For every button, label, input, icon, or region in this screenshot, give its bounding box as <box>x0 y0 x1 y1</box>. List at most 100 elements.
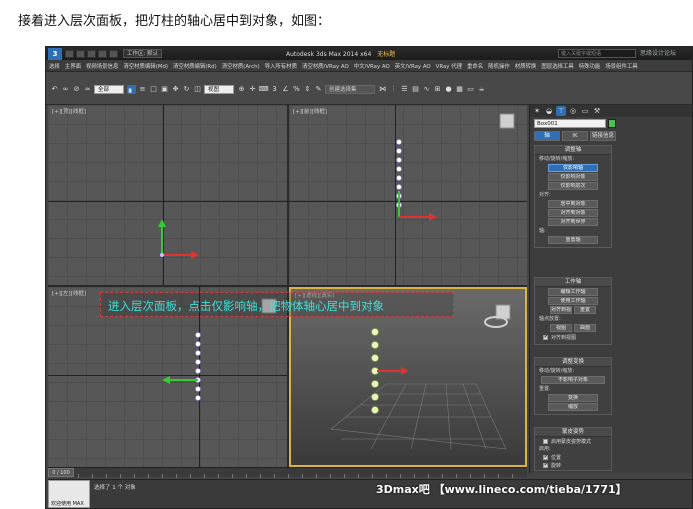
utilities-tab-icon[interactable]: ⚒ <box>592 106 602 116</box>
select-object-icon[interactable]: ▖ <box>127 84 136 94</box>
maxscript-listener[interactable]: 欢迎使用 MAX <box>48 480 90 508</box>
reset-working-pivot-button[interactable]: 重置 <box>574 306 596 314</box>
rotation-checkbox[interactable]: ✔ <box>543 462 548 468</box>
move-icon[interactable]: ✥ <box>171 85 180 94</box>
affect-hierarchy-only-button[interactable]: 仅影响层次 <box>548 182 598 190</box>
scale-checkbox[interactable]: ✔ <box>543 471 548 472</box>
menu-item[interactable]: 主界面 <box>65 62 81 70</box>
scale-icon[interactable]: ◫ <box>193 85 202 94</box>
scale-row[interactable]: ✔ 缩放 <box>535 469 611 472</box>
view-button[interactable]: 视图 <box>550 324 572 332</box>
rotate-icon[interactable]: ↻ <box>182 85 191 94</box>
menu-item[interactable]: 材质转换 <box>515 62 537 70</box>
unlink-icon[interactable]: ⊘ <box>72 85 81 94</box>
redo-icon[interactable] <box>109 49 118 58</box>
named-selection-dropdown[interactable]: 创建选择集 <box>325 84 375 94</box>
rollout-title[interactable]: 调整变换 <box>535 358 611 367</box>
rollout-title[interactable]: 调整轴 <box>535 146 611 155</box>
menu-item[interactable]: 选择 <box>49 62 60 70</box>
object-name-field[interactable]: Box001 <box>534 119 606 128</box>
menu-item[interactable]: 清空材质编辑(Md) <box>123 62 168 70</box>
undo-icon[interactable]: ↶ <box>50 85 59 94</box>
menu-item[interactable]: 场景组件工具 <box>605 62 637 70</box>
menu-item[interactable]: 特殊功能 <box>579 62 601 70</box>
ik-tab[interactable]: IK <box>562 131 588 141</box>
align-to-view-checkbox[interactable]: ✔ <box>543 334 548 340</box>
menu-item[interactable]: 随机操作 <box>488 62 510 70</box>
align-to-view-checkbox-row[interactable]: ✔ 对齐到视图 <box>535 333 611 341</box>
create-tab-icon[interactable]: ✶ <box>532 106 542 116</box>
rect-selection-icon[interactable]: □ <box>149 85 158 94</box>
workspace-dropdown[interactable]: 工作区: 默认 <box>123 49 163 58</box>
select-manipulate-icon[interactable]: ✛ <box>248 85 257 94</box>
position-checkbox[interactable]: ✔ <box>543 454 548 460</box>
rollout-title[interactable]: 蒙皮姿势 <box>535 428 611 437</box>
position-row[interactable]: ✔ 位置 <box>535 453 611 461</box>
pivot-center-icon[interactable]: ⊕ <box>237 85 246 94</box>
align-to-view-button[interactable]: 对齐到视图 <box>550 306 572 314</box>
app-logo-icon[interactable]: 3 <box>48 47 62 60</box>
dont-affect-children-button[interactable]: 不影响子对象 <box>541 376 605 384</box>
window-crossing-icon[interactable]: ▣ <box>160 85 169 94</box>
render-production-icon[interactable]: ☕ <box>477 85 486 94</box>
graphite-ribbon-icon[interactable]: ▤ <box>411 85 420 94</box>
object-color-swatch[interactable] <box>608 119 616 128</box>
render-setup-icon[interactable]: ▦ <box>455 85 464 94</box>
timeline[interactable]: 0 / 100 <box>48 467 527 478</box>
open-file-icon[interactable] <box>76 49 85 58</box>
schematic-view-icon[interactable]: ⊞ <box>433 85 442 94</box>
align-to-world-button[interactable]: 对齐到世界 <box>548 218 598 226</box>
reset-pivot-button[interactable]: 重置轴 <box>548 236 598 244</box>
spinner-snap-icon[interactable]: ⇕ <box>303 85 312 94</box>
time-slider[interactable]: 0 / 100 <box>48 468 74 477</box>
menu-item[interactable]: 导入所有材质 <box>265 62 297 70</box>
snap-toggle-icon[interactable]: 3 <box>270 85 279 94</box>
viewport-top[interactable]: [+][顶][线框] <box>48 105 287 285</box>
selection-filter-dropdown[interactable]: 全部 <box>94 84 124 94</box>
undo-icon[interactable] <box>98 49 107 58</box>
reset-scale-button[interactable]: 缩放 <box>548 403 598 411</box>
search-input[interactable]: 键入关键字或短语 <box>558 49 636 58</box>
material-editor-icon[interactable]: ● <box>444 85 453 94</box>
affect-pivot-only-button[interactable]: 仅影响轴 <box>548 164 598 172</box>
angle-snap-icon[interactable]: ∠ <box>281 85 290 94</box>
rollout-title[interactable]: 工作轴 <box>535 278 611 287</box>
link-info-tab[interactable]: 链接信息 <box>590 131 616 141</box>
mirror-icon[interactable]: ⋈ <box>378 85 387 94</box>
surface-button[interactable]: 曲面 <box>574 324 596 332</box>
keyboard-shortcut-icon[interactable]: ⌨ <box>258 85 268 94</box>
menu-item[interactable]: 清空材质(Arch) <box>222 62 260 70</box>
affect-object-only-button[interactable]: 仅影响对象 <box>548 173 598 181</box>
save-file-icon[interactable] <box>87 49 96 58</box>
hierarchy-tab-icon[interactable]: ⊤ <box>556 106 566 116</box>
modify-tab-icon[interactable]: ◒ <box>544 106 554 116</box>
use-working-pivot-button[interactable]: 使用工作轴 <box>548 297 598 305</box>
rotation-row[interactable]: ✔ 旋转 <box>535 461 611 469</box>
menu-item[interactable]: 清空材质编辑(Rd) <box>173 62 217 70</box>
pivot-tab[interactable]: 轴 <box>534 131 560 141</box>
link-icon[interactable]: ∞ <box>61 85 70 94</box>
menu-item[interactable]: 重命名 <box>467 62 483 70</box>
align-icon[interactable]: ⫶ <box>389 85 398 94</box>
motion-tab-icon[interactable]: ◎ <box>568 106 578 116</box>
skin-pose-mode-checkbox[interactable] <box>543 438 548 444</box>
menu-item[interactable]: 图层选择工具 <box>541 62 573 70</box>
layer-manager-icon[interactable]: ☰ <box>400 85 409 94</box>
menu-item[interactable]: 清空材质/VRay AO <box>302 62 349 70</box>
menu-item[interactable]: 视频场景信息 <box>86 62 118 70</box>
viewport-front[interactable]: [+][前][线框] <box>289 105 527 285</box>
edit-working-pivot-button[interactable]: 编辑工作轴 <box>548 288 598 296</box>
display-tab-icon[interactable]: ▭ <box>580 106 590 116</box>
skin-pose-mode-row[interactable]: 启用蒙皮姿势模式 <box>535 437 611 445</box>
percent-snap-icon[interactable]: % <box>292 85 301 94</box>
curve-editor-icon[interactable]: ∿ <box>422 85 431 94</box>
menu-item[interactable]: 英文/VRay AO <box>395 62 431 70</box>
select-by-name-icon[interactable]: ≡ <box>138 85 147 94</box>
bind-space-warp-icon[interactable]: ≈ <box>83 85 92 94</box>
menu-item[interactable]: VRay 代理 <box>436 62 462 70</box>
new-file-icon[interactable] <box>65 49 74 58</box>
menu-item[interactable]: 中文/VRay AO <box>354 62 390 70</box>
edit-named-sets-icon[interactable]: ✎ <box>314 85 323 94</box>
reset-transform-button[interactable]: 变换 <box>548 394 598 402</box>
center-to-object-button[interactable]: 居中到对象 <box>548 200 598 208</box>
